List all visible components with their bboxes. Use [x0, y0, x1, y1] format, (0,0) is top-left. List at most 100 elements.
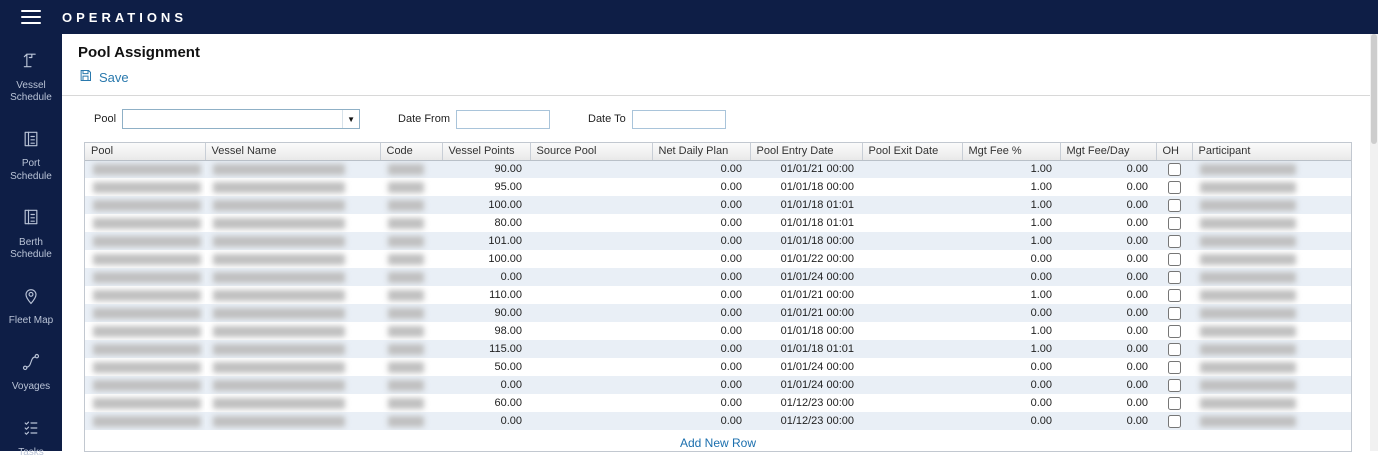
- oh-checkbox[interactable]: [1168, 289, 1181, 302]
- redacted-value: [93, 380, 201, 391]
- cell-pool-exit-date: [862, 250, 962, 268]
- cell-pool-exit-date: [862, 232, 962, 250]
- hamburger-menu-icon[interactable]: [0, 10, 62, 24]
- column-header-mgt-fee-[interactable]: Mgt Fee %: [962, 143, 1060, 160]
- cell-oh: [1156, 232, 1192, 250]
- cell-pool: [85, 286, 205, 304]
- cell-code: [380, 286, 442, 304]
- table-row[interactable]: 95.000.0001/01/18 00:001.000.00: [85, 178, 1351, 196]
- cell-pool-entry-date: 01/01/18 00:00: [750, 232, 862, 250]
- cell-pool-entry-date: 01/01/21 00:00: [750, 286, 862, 304]
- cell-pool-entry-date: 01/12/23 00:00: [750, 412, 862, 430]
- cell-vessel-name: [205, 196, 380, 214]
- cell-source-pool: [530, 340, 652, 358]
- date-from-input[interactable]: [456, 110, 550, 129]
- table-row[interactable]: 60.000.0001/12/23 00:000.000.00: [85, 394, 1351, 412]
- sidebar-item-voyages[interactable]: Voyages: [0, 352, 62, 394]
- cell-pool: [85, 196, 205, 214]
- cell-mgt-fee-day: 0.00: [1060, 178, 1156, 196]
- sidebar-item-berth-schedule[interactable]: Berth Schedule: [0, 207, 62, 262]
- oh-checkbox[interactable]: [1168, 253, 1181, 266]
- oh-checkbox[interactable]: [1168, 235, 1181, 248]
- cell-mgt-fee-pct: 0.00: [962, 394, 1060, 412]
- redacted-value: [93, 290, 201, 301]
- cell-mgt-fee-day: 0.00: [1060, 322, 1156, 340]
- cell-mgt-fee-day: 0.00: [1060, 340, 1156, 358]
- redacted-value: [213, 236, 345, 247]
- table-row[interactable]: 101.000.0001/01/18 00:001.000.00: [85, 232, 1351, 250]
- oh-checkbox[interactable]: [1168, 307, 1181, 320]
- column-header-oh[interactable]: OH: [1156, 143, 1192, 160]
- cell-vessel-name: [205, 250, 380, 268]
- table-row[interactable]: 115.000.0001/01/18 01:011.000.00: [85, 340, 1351, 358]
- tasks-icon: [21, 418, 41, 443]
- sidebar-item-vessel-schedule[interactable]: Vessel Schedule: [0, 50, 62, 105]
- cell-participant: [1192, 178, 1351, 196]
- oh-checkbox[interactable]: [1168, 181, 1181, 194]
- table-row[interactable]: 0.000.0001/01/24 00:000.000.00: [85, 268, 1351, 286]
- column-header-pool-entry-date[interactable]: Pool Entry Date: [750, 143, 862, 160]
- table-row[interactable]: 98.000.0001/01/18 00:001.000.00: [85, 322, 1351, 340]
- oh-checkbox[interactable]: [1168, 379, 1181, 392]
- column-header-pool[interactable]: Pool: [85, 143, 205, 160]
- oh-checkbox[interactable]: [1168, 415, 1181, 428]
- table-row[interactable]: 50.000.0001/01/24 00:000.000.00: [85, 358, 1351, 376]
- cell-pool-entry-date: 01/12/23 00:00: [750, 394, 862, 412]
- redacted-value: [213, 362, 345, 373]
- cell-pool: [85, 412, 205, 430]
- oh-checkbox[interactable]: [1168, 163, 1181, 176]
- add-new-row-link[interactable]: Add New Row: [680, 436, 756, 450]
- table-row[interactable]: 0.000.0001/12/23 00:000.000.00: [85, 412, 1351, 430]
- page-scrollbar[interactable]: [1370, 34, 1378, 451]
- column-header-pool-exit-date[interactable]: Pool Exit Date: [862, 143, 962, 160]
- column-header-net-daily-plan[interactable]: Net Daily Plan: [652, 143, 750, 160]
- column-header-mgt-fee-day[interactable]: Mgt Fee/Day: [1060, 143, 1156, 160]
- app-title: OPERATIONS: [62, 10, 187, 25]
- table-row[interactable]: 100.000.0001/01/18 01:011.000.00: [85, 196, 1351, 214]
- table-row[interactable]: 90.000.0001/01/21 00:000.000.00: [85, 304, 1351, 322]
- redacted-value: [93, 416, 201, 427]
- oh-checkbox[interactable]: [1168, 271, 1181, 284]
- table-row[interactable]: 0.000.0001/01/24 00:000.000.00: [85, 376, 1351, 394]
- oh-checkbox[interactable]: [1168, 343, 1181, 356]
- cell-pool: [85, 376, 205, 394]
- column-header-participant[interactable]: Participant: [1192, 143, 1351, 160]
- cell-participant: [1192, 358, 1351, 376]
- redacted-value: [1200, 308, 1296, 319]
- cell-code: [380, 304, 442, 322]
- redacted-value: [213, 182, 345, 193]
- table-row[interactable]: 110.000.0001/01/21 00:001.000.00: [85, 286, 1351, 304]
- pool-select[interactable]: ▼: [122, 109, 360, 129]
- oh-checkbox[interactable]: [1168, 217, 1181, 230]
- cell-vessel-name: [205, 214, 380, 232]
- cell-source-pool: [530, 376, 652, 394]
- oh-checkbox[interactable]: [1168, 397, 1181, 410]
- cell-pool-exit-date: [862, 268, 962, 286]
- column-header-vessel-name[interactable]: Vessel Name: [205, 143, 380, 160]
- cell-mgt-fee-pct: 0.00: [962, 358, 1060, 376]
- sidebar-item-port-schedule[interactable]: Port Schedule: [0, 129, 62, 184]
- page-scrollbar-thumb[interactable]: [1371, 34, 1377, 144]
- save-button[interactable]: Save: [78, 68, 129, 86]
- column-header-source-pool[interactable]: Source Pool: [530, 143, 652, 160]
- table-row[interactable]: 100.000.0001/01/22 00:000.000.00: [85, 250, 1351, 268]
- sidebar-item-fleet-map[interactable]: Fleet Map: [0, 286, 62, 328]
- table-row[interactable]: 80.000.0001/01/18 01:011.000.00: [85, 214, 1351, 232]
- oh-checkbox[interactable]: [1168, 199, 1181, 212]
- cell-vessel-name: [205, 304, 380, 322]
- oh-checkbox[interactable]: [1168, 361, 1181, 374]
- cell-mgt-fee-day: 0.00: [1060, 394, 1156, 412]
- column-header-code[interactable]: Code: [380, 143, 442, 160]
- oh-checkbox[interactable]: [1168, 325, 1181, 338]
- cell-mgt-fee-pct: 1.00: [962, 178, 1060, 196]
- cell-pool-exit-date: [862, 358, 962, 376]
- column-header-vessel-points[interactable]: Vessel Points: [442, 143, 530, 160]
- cell-participant: [1192, 286, 1351, 304]
- sidebar-item-tasks[interactable]: Tasks: [0, 418, 62, 460]
- cell-pool-entry-date: 01/01/22 00:00: [750, 250, 862, 268]
- cell-code: [380, 196, 442, 214]
- toolbar: Save: [62, 65, 1370, 96]
- table-row[interactable]: 90.000.0001/01/21 00:001.000.00: [85, 160, 1351, 178]
- date-to-input[interactable]: [632, 110, 726, 129]
- redacted-value: [1200, 272, 1296, 283]
